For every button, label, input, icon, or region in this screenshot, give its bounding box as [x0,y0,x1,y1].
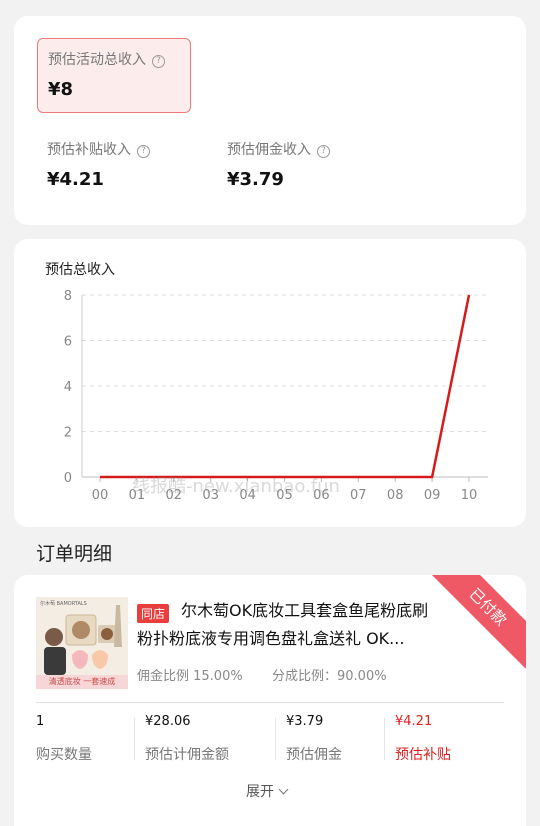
y-tick-label: 2 [64,426,72,441]
y-tick-label: 8 [64,289,72,304]
total-income-value: ¥8 [48,79,74,100]
x-tick-label: 09 [424,488,441,503]
divider [134,718,135,760]
subsidy-income-label: 预估补贴收入 [47,142,131,158]
est-commission-label: 预估佣金 [286,747,342,763]
est-commission-value: ¥3.79 [286,714,324,729]
subsidy-income-label-row: 预估补贴收入? [47,139,150,159]
income-summary-card: 预估活动总收入? ¥8 预估补贴收入? ¥4.21 预估佣金收入? ¥3.79 [14,16,526,225]
commission-base-label: 预估计佣金额 [145,747,229,763]
watermark-text: 线报酷-new.xianbao.fun [132,476,340,497]
y-tick-label: 6 [64,335,72,350]
commission-income-value: ¥3.79 [227,169,284,190]
quantity-label: 购买数量 [36,747,92,763]
commission-income-label-row: 预估佣金收入? [227,139,330,159]
y-tick-label: 0 [64,471,72,486]
est-subsidy-value: ¥4.21 [395,714,433,729]
help-icon[interactable]: ? [137,145,150,158]
help-icon[interactable]: ? [152,55,165,68]
total-income-label-row: 预估活动总收入? [48,49,165,69]
order-detail-title: 订单明细 [36,543,113,565]
y-tick-label: 4 [64,380,72,395]
est-subsidy-label: 预估补贴 [395,747,451,763]
commission-income-label: 预估佣金收入 [227,142,311,158]
order-card[interactable]: 尔木萄 BAMORTALS 清透底妆 一套速成 同店 尔木萄OK底妆工具套盒鱼尾… [14,575,526,826]
divider [36,702,504,703]
total-income-label: 预估活动总收入 [48,52,146,68]
chevron-down-icon [278,784,289,795]
divider [275,718,276,760]
thumb-slogan-text: 清透底妆 一套速成 [36,675,128,689]
x-tick-label: 00 [92,488,109,503]
subsidy-income-value: ¥4.21 [47,169,104,190]
product-thumbnail[interactable]: 尔木萄 BAMORTALS 清透底妆 一套速成 [36,597,128,689]
product-title[interactable]: 尔木萄OK底妆工具套盒鱼尾粉底刷粉扑粉底液专用调色盘礼盒送礼 OK... [137,597,437,653]
commission-base-value: ¥28.06 [145,714,191,729]
expand-label: 展开 [246,784,274,800]
help-icon[interactable]: ? [317,145,330,158]
commission-ratio: 佣金比例 15.00% [137,669,243,684]
expand-button[interactable]: 展开 [246,781,289,801]
x-tick-label: 10 [461,488,478,503]
quantity-value: 1 [36,714,45,729]
x-tick-label: 07 [350,488,367,503]
status-badge: 已付款 [426,575,526,669]
divider [384,718,385,760]
x-tick-label: 08 [387,488,404,503]
total-income-box[interactable]: 预估活动总收入? ¥8 [37,38,191,113]
share-ratio: 分成比例：90.00% [272,669,387,684]
